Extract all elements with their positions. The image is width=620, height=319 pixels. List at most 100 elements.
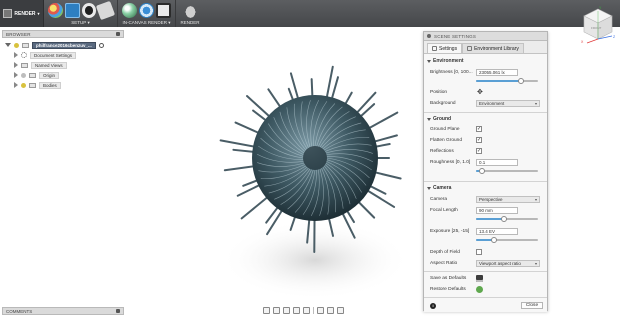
expand-icon[interactable] (5, 43, 11, 47)
toolbar: RENDER ▾ SETUP ▾ IN-CANVAS RENDER ▾ REND… (0, 0, 620, 27)
flatten-ground-checkbox[interactable]: ✓ (476, 137, 482, 143)
background-select[interactable]: Environment (476, 100, 540, 107)
zoom-icon[interactable] (293, 307, 300, 314)
expand-icon[interactable] (14, 62, 18, 68)
render-settings-gear-icon[interactable] (139, 3, 154, 18)
divider (424, 181, 547, 182)
visibility-bulb-icon[interactable] (14, 42, 19, 48)
workspace-icon (3, 9, 13, 18)
workspace-switcher[interactable]: RENDER ▾ (0, 0, 44, 27)
scene-settings-title: SCENE SETTINGS (434, 33, 477, 39)
brightness-input[interactable]: 23055.061 lx (476, 69, 518, 76)
roughness-label: Roughness [0, 1.0] (430, 160, 471, 165)
tree-item-label: Document Settings (30, 51, 77, 59)
visibility-bulb-icon[interactable] (21, 72, 26, 78)
tree-item-origin[interactable]: Origin (2, 70, 124, 80)
save-icon[interactable] (476, 275, 483, 282)
decal-icon[interactable] (96, 0, 116, 21)
collapse-icon[interactable] (427, 186, 431, 190)
expand-icon[interactable] (14, 82, 18, 88)
exposure-label: Exposure [25, -15] (430, 229, 470, 234)
divider (424, 297, 547, 298)
document-name: philfrance2016cbenzuv_... (32, 41, 96, 49)
tree-item-label: Named Views (31, 61, 67, 69)
expand-icon[interactable] (14, 72, 18, 78)
separator (313, 307, 314, 314)
camera-label: Camera (430, 197, 448, 202)
physical-material-icon[interactable] (81, 3, 97, 18)
tab-environment-library[interactable]: Environment Library (462, 43, 524, 53)
camera-value: Perspective (479, 197, 503, 202)
folder-icon (21, 62, 28, 68)
divider (424, 271, 547, 272)
comments-options-icon[interactable] (116, 309, 120, 313)
viewports-icon[interactable] (337, 307, 344, 314)
view-cube[interactable]: FRONT X Y Z (579, 6, 617, 44)
camera-section-header[interactable]: Camera (427, 185, 451, 191)
focal-length-label: Focal Length (430, 208, 458, 213)
appearance-icon[interactable] (48, 3, 63, 18)
environment-heading: Environment (433, 58, 464, 64)
close-button[interactable]: Close (521, 302, 543, 309)
reflections-checkbox[interactable]: ✓ (476, 148, 482, 154)
camera-select[interactable]: Perspective (476, 196, 540, 203)
look-at-icon[interactable] (273, 307, 280, 314)
tab-settings[interactable]: Settings (427, 43, 463, 53)
browser-header: BROWSER (2, 30, 124, 38)
display-settings-icon[interactable] (317, 307, 324, 314)
divider (424, 112, 547, 113)
tree-root[interactable]: philfrance2016cbenzuv_... (2, 40, 124, 50)
focal-length-slider[interactable] (476, 216, 538, 222)
comments-panel[interactable]: COMMENTS (2, 307, 124, 315)
target-icon[interactable] (98, 42, 104, 48)
environment-section-header[interactable]: Environment (427, 58, 464, 64)
navigation-bar (263, 306, 357, 315)
collapse-icon[interactable] (427, 117, 431, 121)
focal-length-input[interactable]: 90 mm (476, 207, 518, 214)
ground-section-header[interactable]: Ground (427, 116, 451, 122)
tree-item-document-settings[interactable]: Document Settings (2, 50, 124, 60)
scene-settings-header[interactable]: SCENE SETTINGS (424, 32, 547, 41)
aspect-ratio-value: Viewport aspect ratio (479, 261, 521, 266)
position-move-icon[interactable]: ✥ (477, 89, 483, 96)
visibility-bulb-icon[interactable] (21, 82, 26, 88)
depth-of-field-checkbox[interactable] (476, 249, 482, 255)
tree-item-label: Origin (39, 71, 60, 79)
setup-label: SETUP (71, 20, 87, 25)
info-icon[interactable]: i (430, 303, 436, 309)
render-sphere-icon[interactable] (122, 3, 137, 18)
save-defaults-label: Save as Defaults (430, 276, 467, 281)
panel-grip-icon[interactable] (427, 34, 431, 38)
render-teapot-icon[interactable] (182, 3, 198, 18)
expand-icon[interactable] (14, 52, 18, 58)
fit-icon[interactable] (303, 307, 310, 314)
setup-group: SETUP ▾ (44, 0, 118, 27)
tab-label: Settings (439, 45, 458, 52)
roughness-input[interactable]: 0.1 (476, 159, 518, 166)
ground-plane-checkbox[interactable]: ✓ (476, 126, 482, 132)
x-axis-label: X (581, 40, 584, 44)
brightness-slider[interactable] (476, 78, 538, 84)
render-label: RENDER (180, 20, 200, 25)
chevron-down-icon: ▾ (37, 11, 40, 16)
tree-item-bodies[interactable]: Bodies (2, 80, 124, 90)
aspect-ratio-select[interactable]: Viewport aspect ratio (476, 260, 540, 267)
roughness-slider[interactable] (476, 168, 538, 174)
capture-image-icon[interactable] (156, 3, 171, 18)
tab-label: Environment Library (474, 45, 519, 52)
tree-item-named-views[interactable]: Named Views (2, 60, 124, 70)
grid-settings-icon[interactable] (327, 307, 334, 314)
browser-options-icon[interactable] (116, 32, 120, 36)
orbit-icon[interactable] (263, 307, 270, 314)
chevron-down-icon (535, 263, 537, 265)
viewport-canvas[interactable] (180, 40, 450, 315)
exposure-slider[interactable] (476, 237, 538, 243)
comments-title: COMMENTS (6, 308, 33, 314)
collapse-icon[interactable] (427, 59, 431, 63)
reflections-label: Reflections (430, 149, 454, 154)
scene-settings-icon[interactable] (64, 3, 80, 18)
exposure-input[interactable]: 13.4 EV (476, 228, 518, 235)
pan-hand-icon[interactable] (283, 307, 290, 314)
restore-icon[interactable] (476, 286, 483, 293)
ground-plane-label: Ground Plane (430, 127, 460, 132)
